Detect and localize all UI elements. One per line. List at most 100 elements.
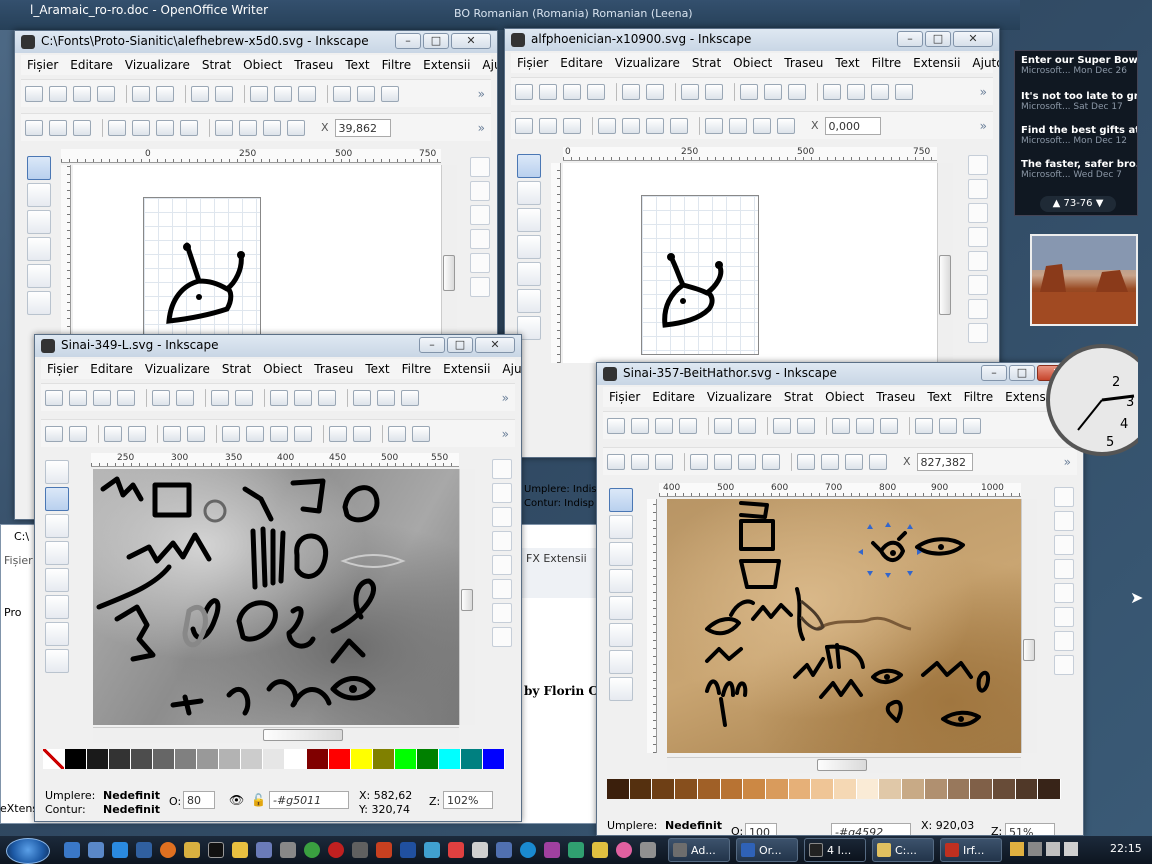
menu-layer[interactable]: Strat [686,56,727,70]
copy-icon[interactable] [832,417,850,434]
snap-corners-icon[interactable] [492,531,512,551]
news-item[interactable]: It's not too late to gr... Microsoft... … [1021,91,1137,112]
color-swatch[interactable] [788,779,812,799]
color-swatch[interactable] [879,779,903,799]
save-icon[interactable] [93,389,111,406]
snap-corners-icon[interactable] [470,229,490,249]
select-all-layers-icon[interactable] [539,117,557,134]
scroll-thumb[interactable] [1023,639,1035,661]
save-icon[interactable] [563,83,581,100]
color-swatch[interactable] [87,749,109,769]
more-chevron-icon[interactable]: » [980,119,987,133]
tweak-tool-icon[interactable] [517,208,541,232]
x-coordinate-input[interactable]: 39,862 [334,118,391,137]
slideshow-gadget[interactable] [1030,234,1138,326]
menu-layer[interactable]: Strat [778,390,819,404]
snap-nodes-icon[interactable] [968,251,988,271]
export-icon[interactable] [156,85,174,102]
snap-corners-icon[interactable] [1054,559,1074,579]
menu-help[interactable]: Ajutor [476,58,497,72]
window-titlebar[interactable]: alfphoenician-x10900.svg - Inkscape – □ … [505,29,999,51]
fill-value[interactable]: Nedefinit [103,789,160,802]
star-tool-icon[interactable] [609,677,633,701]
zoom-input[interactable]: 102% [443,791,493,809]
tweak-tool-icon[interactable] [45,514,69,538]
opacity-input[interactable]: 100 [745,823,777,835]
snap-paths-icon[interactable] [470,277,490,297]
taskbar-button-or[interactable]: Or... [736,838,798,862]
drawing-canvas[interactable] [563,163,937,363]
scroll-thumb[interactable] [939,255,951,315]
import-icon[interactable] [132,85,150,102]
quicklaunch-app5-icon[interactable] [448,842,464,858]
flip-v-icon[interactable] [180,119,198,136]
quicklaunch-app7-icon[interactable] [496,842,512,858]
close-button[interactable]: ✕ [451,33,491,49]
rectangle-tool-icon[interactable] [517,262,541,286]
taskbar-button-inkscape-group[interactable]: 4 I... [804,838,866,862]
menu-view[interactable]: Vizualizare [119,58,196,72]
zoom-page-icon[interactable] [381,85,399,102]
lower-bottom-icon[interactable] [869,453,887,470]
print-icon[interactable] [97,85,115,102]
quicklaunch-explorer-icon[interactable] [184,842,200,858]
flip-h-icon[interactable] [738,453,756,470]
snap-edges-icon[interactable] [1054,535,1074,555]
snap-corners-icon[interactable] [968,227,988,247]
cut-icon[interactable] [274,85,292,102]
cut-icon[interactable] [294,389,312,406]
color-swatch[interactable] [351,749,373,769]
open-icon[interactable] [49,85,67,102]
vertical-scrollbar[interactable] [1021,499,1037,753]
snap-toggle-icon[interactable] [492,459,512,479]
snap-guide-icon[interactable] [492,627,512,647]
vertical-scrollbar[interactable] [441,165,457,335]
quicklaunch-app-icon[interactable] [352,842,368,858]
raise-top-icon[interactable] [797,453,815,470]
color-swatch[interactable] [307,749,329,769]
menu-path[interactable]: Traseu [308,362,359,376]
minimize-button[interactable]: – [395,33,421,49]
menu-object[interactable]: Obiect [257,362,308,376]
quicklaunch-chrome-icon[interactable] [304,842,320,858]
color-swatch[interactable] [285,749,307,769]
menu-path[interactable]: Traseu [288,58,339,72]
open-icon[interactable] [539,83,557,100]
menu-path[interactable]: Traseu [778,56,829,70]
news-pager[interactable]: ▲ 73-76 ▼ [1040,196,1116,212]
snap-paths-icon[interactable] [492,579,512,599]
redo-icon[interactable] [215,85,233,102]
quicklaunch-ie-icon[interactable] [112,842,128,858]
start-button[interactable] [6,838,50,864]
export-icon[interactable] [738,417,756,434]
color-swatch[interactable] [1015,779,1039,799]
color-swatch[interactable] [811,779,835,799]
snap-guide-icon[interactable] [968,323,988,343]
print-icon[interactable] [117,389,135,406]
deselect-icon[interactable] [655,453,673,470]
more-chevron-icon[interactable]: » [502,427,509,441]
menu-file[interactable]: Fișier [603,390,646,404]
menu-text[interactable]: Text [359,362,395,376]
color-swatch[interactable] [697,779,721,799]
menu-object[interactable]: Obiect [819,390,870,404]
selector-tool-icon[interactable] [27,156,51,180]
menu-edit[interactable]: Editare [646,390,701,404]
scroll-thumb[interactable] [443,255,455,291]
lock-icon[interactable]: 🔓 [251,793,266,807]
3d-box-tool-icon[interactable] [27,291,51,315]
menu-layer[interactable]: Strat [196,58,237,72]
quicklaunch-opera-icon[interactable] [328,842,344,858]
opacity-input[interactable]: 80 [183,791,215,809]
stroke-value[interactable]: Nedefinit [103,803,160,816]
tray-app2-icon[interactable] [1028,842,1042,856]
snap-toggle-icon[interactable] [968,155,988,175]
window-titlebar[interactable]: C:\Fonts\Proto-Sianitic\alefhebrew-x5d0.… [15,31,497,53]
circle-tool-icon[interactable] [609,650,633,674]
horizontal-scrollbar[interactable] [93,727,459,743]
taskbar-button-c[interactable]: C:... [872,838,934,862]
join-nodes-icon[interactable] [104,425,122,442]
no-paint-swatch[interactable] [43,749,65,769]
zoom-drawing-icon[interactable] [357,85,375,102]
color-swatch[interactable] [153,749,175,769]
